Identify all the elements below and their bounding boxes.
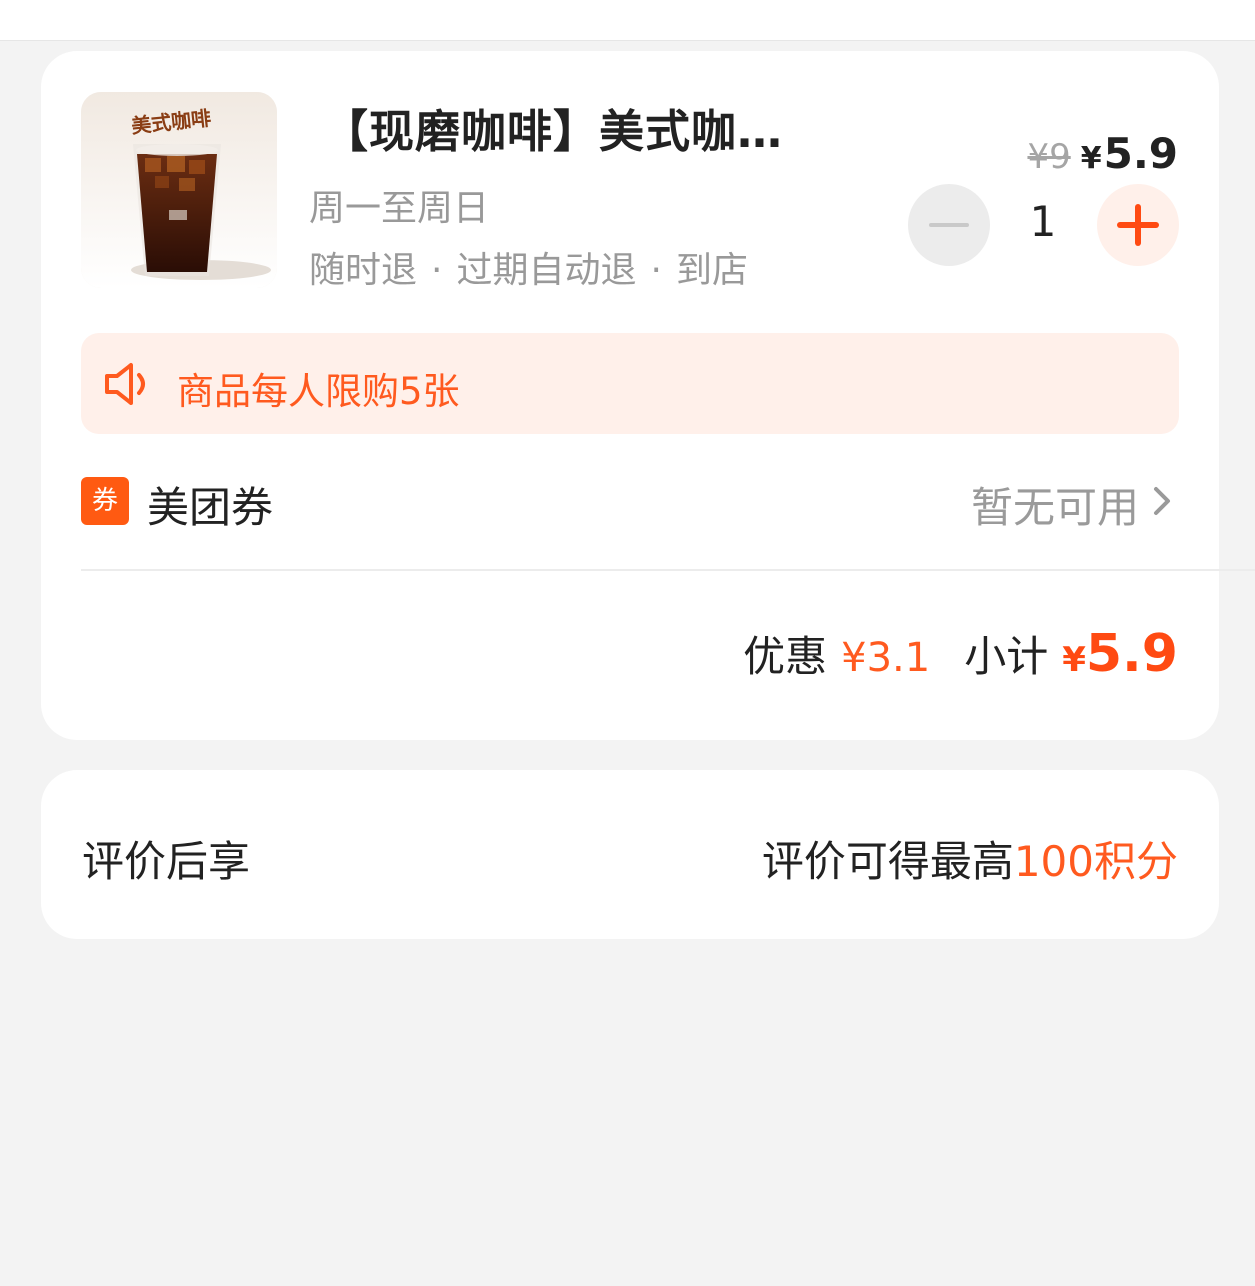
- refund-policy: 随时退 · 过期自动退 · 到店: [309, 241, 748, 293]
- review-reward-note: 评价可得最高100积分: [762, 828, 1178, 889]
- speaker-icon: [105, 363, 145, 405]
- divider: [81, 569, 1255, 571]
- quantity-value: 1: [1029, 197, 1057, 246]
- product-title[interactable]: 【现磨咖啡】美式咖…: [323, 95, 863, 160]
- review-card: 评价后享 评价可得最高100积分: [41, 770, 1219, 939]
- purchase-limit-notice: 商品每人限购5张: [81, 333, 1179, 434]
- coupon-label[interactable]: 美团券: [147, 474, 273, 535]
- review-note-prefix: 评价可得最高: [761, 837, 1014, 886]
- top-bar: [0, 0, 1255, 41]
- totals-row: 优惠 ¥3.1 小计 ¥ 5.9: [743, 623, 1178, 684]
- validity-text: 周一至周日: [309, 188, 490, 229]
- review-label: 评价后享: [82, 837, 251, 886]
- original-price: ¥9: [1027, 137, 1071, 177]
- policy-separator: ·: [650, 250, 662, 291]
- policy-item: 过期自动退: [456, 250, 637, 291]
- discount-label: 优惠: [743, 632, 828, 681]
- product-image[interactable]: 美式咖啡: [81, 92, 277, 288]
- price-currency: ¥: [1080, 141, 1102, 176]
- price-row: ¥9 ¥ 5.9: [1027, 129, 1178, 178]
- increase-quantity-button[interactable]: [1097, 184, 1179, 266]
- notice-text: 商品每人限购5张: [177, 370, 460, 413]
- current-price: 5.9: [1103, 129, 1178, 178]
- product-card: 美式咖啡 【现磨咖啡】美式咖… 周一至周日 随时退 · 过期自动退 · 到店 ¥9 ¥ …: [41, 51, 1255, 740]
- coupon-status[interactable]: 暂无可用: [971, 474, 1139, 535]
- subtotal-currency: ¥: [1062, 640, 1086, 680]
- review-points: 100积分: [1013, 837, 1178, 886]
- policy-item: 到店: [675, 250, 748, 291]
- policy-separator: ·: [431, 250, 443, 291]
- subtotal-label: 小计: [964, 632, 1049, 681]
- decrease-quantity-button[interactable]: [908, 184, 990, 266]
- subtotal-value: 5.9: [1085, 624, 1178, 684]
- discount-value: ¥3.1: [841, 635, 931, 681]
- policy-item: 随时退: [309, 250, 418, 291]
- chevron-right-icon[interactable]: [1147, 483, 1177, 519]
- coupon-icon: 券: [81, 477, 129, 525]
